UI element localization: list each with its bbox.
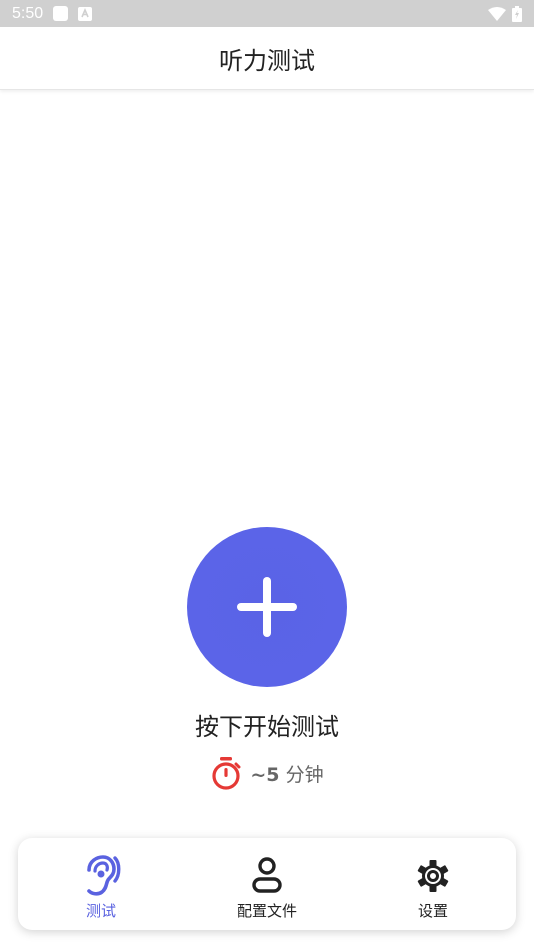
start-test-button[interactable]: [187, 527, 347, 687]
page-title: 听力测试: [219, 46, 315, 75]
nav-label-test: 测试: [85, 902, 116, 920]
nav-item-settings[interactable]: 设置: [350, 838, 516, 930]
duration-text: ~5 分钟: [250, 760, 323, 787]
nav-label-settings: 设置: [417, 902, 448, 920]
person-icon: [245, 854, 289, 898]
status-bar: 5:50: [0, 0, 534, 27]
status-time: 5:50: [12, 4, 44, 22]
plus-icon: [237, 577, 297, 637]
gear-icon: [411, 854, 455, 898]
bottom-navigation: 测试 配置文件 设置: [18, 838, 516, 930]
status-icons: [488, 5, 522, 22]
notification-a-icon: [78, 6, 93, 21]
nav-label-profile: 配置文件: [236, 902, 297, 920]
wifi-icon: [488, 6, 506, 21]
notification-square-icon: [53, 6, 69, 21]
app-bar: 听力测试: [0, 27, 534, 90]
duration-unit: 分钟: [285, 763, 324, 786]
battery-icon: [512, 5, 522, 22]
ear-icon: [79, 854, 123, 898]
nav-item-test[interactable]: 测试: [18, 838, 184, 930]
stopwatch-icon: [212, 757, 241, 790]
duration-info: ~5 分钟: [0, 755, 534, 791]
start-test-text: 按下开始测试: [195, 713, 339, 741]
duration-value: ~5: [250, 763, 280, 786]
nav-item-profile[interactable]: 配置文件: [184, 838, 350, 930]
